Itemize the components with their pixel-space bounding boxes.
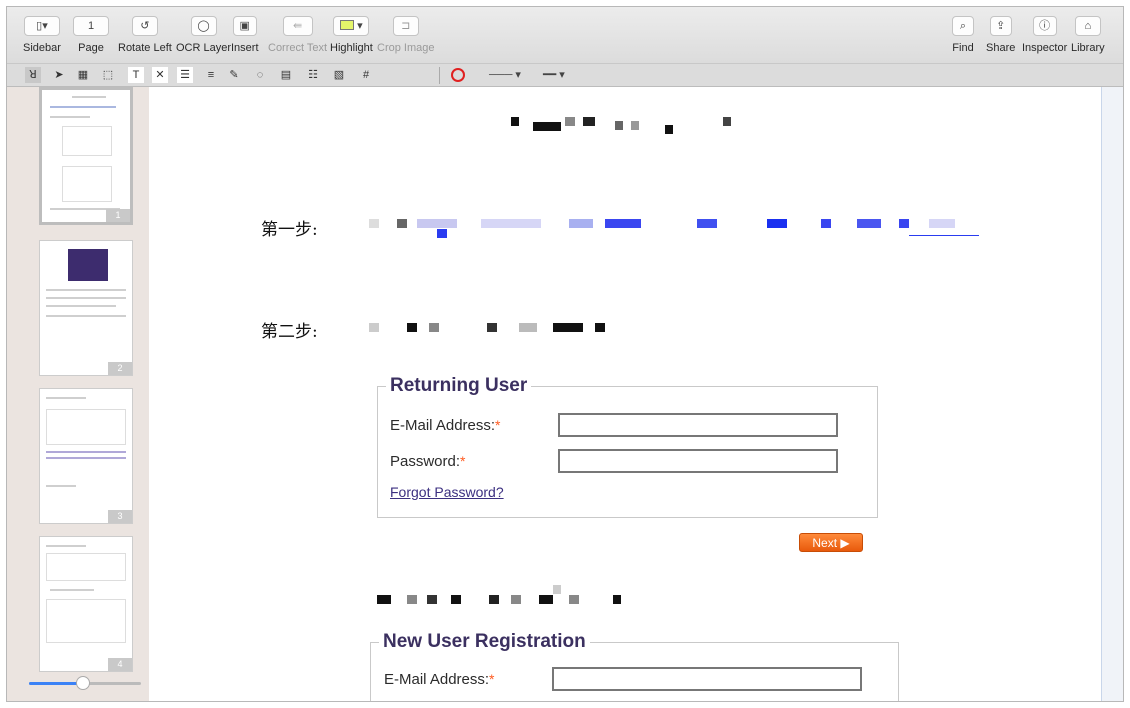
redacted-step-one-text xyxy=(369,219,989,247)
page-number-badge: 4 xyxy=(108,658,132,671)
redacted-section-text xyxy=(377,585,627,605)
redacted-heading xyxy=(511,117,741,141)
password-label: Password:* xyxy=(390,453,466,470)
crop-image-button[interactable]: ⊐ Crop Image xyxy=(377,16,434,54)
annotation-toolbar: ꓤ ➤ ▦ ⬚ T ✕ ☰ ≡ ✎ ◌ ▤ ☷ ▧ # ─── ▾ ━━ ▾ xyxy=(7,63,1123,87)
page-number-input[interactable]: 1 xyxy=(73,16,109,36)
app-window: ▯▾ Sidebar 1 Page ↺ Rotate Left ◯ OCR La… xyxy=(6,6,1124,702)
pointer-icon[interactable]: ➤ xyxy=(51,67,67,83)
ocr-layer-button[interactable]: ◯ OCR Layer xyxy=(176,16,231,54)
slider-fill xyxy=(29,682,82,685)
page-number-badge: 2 xyxy=(108,362,132,375)
ocr-layer-label: OCR Layer xyxy=(176,42,232,54)
line-width-icon[interactable]: ━━ ▾ xyxy=(543,68,565,81)
highlight-color-icon: ▾ xyxy=(333,16,370,36)
vertical-scrollbar[interactable] xyxy=(1101,87,1123,701)
text-annotation-icon[interactable]: T xyxy=(128,67,144,83)
rotate-left-button[interactable]: ↺ Rotate Left xyxy=(118,16,172,54)
page-number-badge: 1 xyxy=(106,209,130,222)
sidebar-label: Sidebar xyxy=(23,42,61,54)
text-selection-icon[interactable]: ꓤ xyxy=(25,67,41,83)
insert-image-icon: ▣ xyxy=(232,16,257,36)
pen-icon[interactable]: ✎ xyxy=(226,67,242,83)
step-two-label: 第二步: xyxy=(261,322,318,342)
forgot-password-link[interactable]: Forgot Password? xyxy=(390,484,504,500)
find-button[interactable]: ⌕ Find xyxy=(952,16,974,54)
page-thumbnails-sidebar: 1 2 3 4 xyxy=(7,87,149,701)
thumbnail-page-4[interactable]: 4 xyxy=(39,536,133,672)
share-label: Share xyxy=(986,42,1016,54)
insert-label: Insert xyxy=(231,42,259,54)
returning-user-heading: Returning User xyxy=(390,375,528,396)
slider-knob[interactable] xyxy=(76,676,90,690)
document-page: 第一步: 第二步: Returning User E-Mail Address:… xyxy=(149,87,1101,701)
new-user-heading: New User Registration xyxy=(383,631,586,652)
find-label: Find xyxy=(952,42,974,54)
correct-text-icon: ⇚ xyxy=(282,16,313,36)
library-button[interactable]: ⌂ Library xyxy=(1071,16,1105,54)
list-icon[interactable]: ☷ xyxy=(305,67,321,83)
inspector-label: Inspector xyxy=(1022,42,1068,54)
search-icon: ⌕ xyxy=(952,16,974,36)
thumbnail-page-3[interactable]: 3 xyxy=(39,388,133,524)
email-label: E-Mail Address:* xyxy=(390,417,501,434)
rotate-left-icon: ↺ xyxy=(131,16,158,36)
crop-image-label: Crop Image xyxy=(377,42,435,54)
document-view: 第一步: 第二步: Returning User E-Mail Address:… xyxy=(149,87,1123,701)
share-icon: ⇪ xyxy=(989,16,1012,36)
thumbnail-zoom-slider[interactable] xyxy=(29,676,141,690)
ocr-layer-icon: ◯ xyxy=(190,16,217,36)
new-user-email-label: E-Mail Address:* xyxy=(384,671,495,688)
inspector-button[interactable]: ⓘ Inspector xyxy=(1022,16,1067,54)
toolbar: ▯▾ Sidebar 1 Page ↺ Rotate Left ◯ OCR La… xyxy=(7,7,1123,63)
page-field[interactable]: 1 Page xyxy=(73,16,109,54)
sidebar-toggle-icon: ▯▾ xyxy=(23,16,60,36)
correct-text-button[interactable]: ⇚ Correct Text xyxy=(268,16,327,54)
stroke-color-icon[interactable] xyxy=(451,68,465,82)
library-label: Library xyxy=(1071,42,1105,54)
image-selection-icon[interactable]: ▦ xyxy=(75,67,91,83)
rotate-left-label: Rotate Left xyxy=(118,42,172,54)
form-icon[interactable]: ▧ xyxy=(331,67,347,83)
thumbnail-page-2[interactable]: 2 xyxy=(39,240,133,376)
new-user-email-field[interactable] xyxy=(552,667,862,691)
note-icon[interactable]: ▤ xyxy=(278,67,294,83)
line-style-icon[interactable]: ─── ▾ xyxy=(489,68,521,81)
info-icon: ⓘ xyxy=(1032,16,1057,36)
number-icon[interactable]: # xyxy=(358,67,374,83)
highlight-label: Highlight xyxy=(330,42,373,54)
page-number-badge: 3 xyxy=(108,510,132,523)
redacted-step-two-text xyxy=(369,323,609,333)
password-field[interactable] xyxy=(558,449,838,473)
toolbar-divider xyxy=(439,67,440,84)
crop-icon: ⊐ xyxy=(392,16,419,36)
comment-icon[interactable]: ◌ xyxy=(252,67,268,83)
thumbnail-page-1[interactable]: 1 xyxy=(39,87,133,225)
next-button[interactable]: Next ▶ xyxy=(799,533,863,552)
library-icon: ⌂ xyxy=(1074,16,1101,36)
highlight-button[interactable]: ▾ Highlight xyxy=(330,16,373,54)
text-box-icon[interactable]: ≡ xyxy=(203,67,219,83)
correct-text-label: Correct Text xyxy=(268,42,328,54)
email-field[interactable] xyxy=(558,413,838,437)
strike-icon[interactable]: ✕ xyxy=(152,67,168,83)
page-label: Page xyxy=(78,42,104,54)
step-one-label: 第一步: xyxy=(261,220,318,240)
rect-selection-icon[interactable]: ⬚ xyxy=(100,67,116,83)
sidebar-button[interactable]: ▯▾ Sidebar xyxy=(23,16,61,54)
share-button[interactable]: ⇪ Share xyxy=(986,16,1015,54)
insert-button[interactable]: ▣ Insert xyxy=(231,16,259,54)
stamp-icon[interactable]: ☰ xyxy=(177,67,193,83)
